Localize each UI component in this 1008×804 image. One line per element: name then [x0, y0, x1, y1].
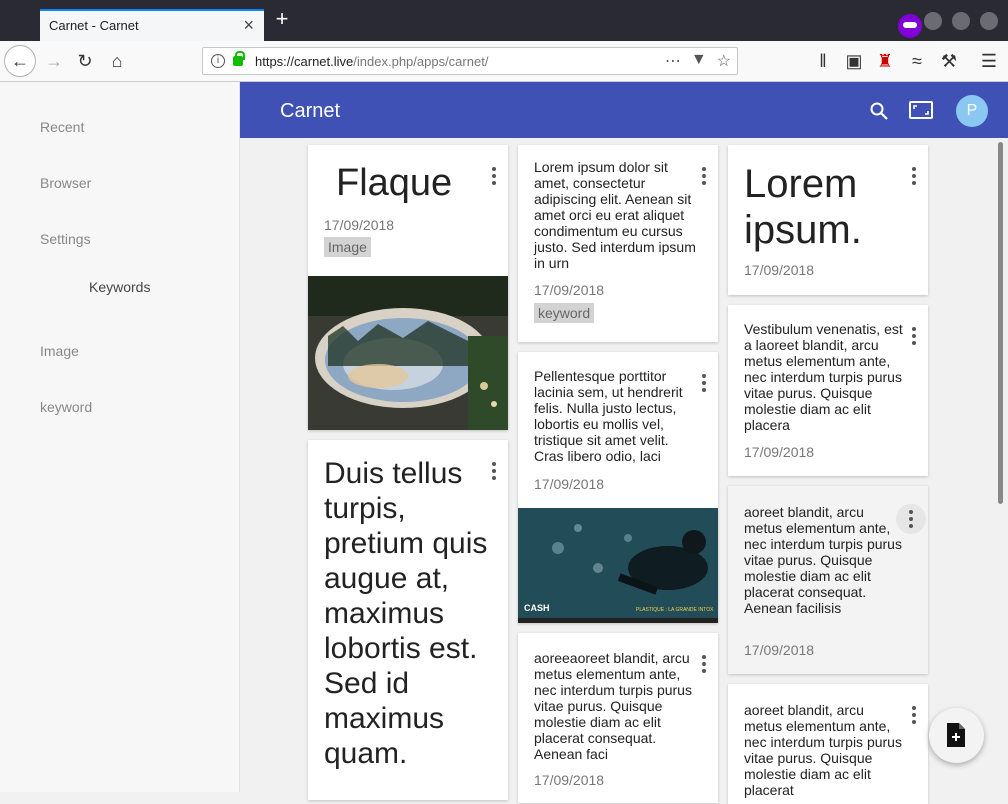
keyword-chip[interactable]: Image [324, 237, 371, 257]
note-card-pellentesque[interactable]: Pellentesque porttitor lacinia sem, ut h… [518, 352, 718, 623]
app-header: Carnet P [240, 82, 1008, 138]
back-button[interactable]: ← [4, 45, 36, 77]
note-date: 17/09/2018 [324, 217, 395, 233]
note-date: 17/09/2018 [744, 444, 815, 460]
note-card-aoreeaoreet[interactable]: aoreeaoreet blandit, arcu metus elementu… [518, 633, 718, 803]
more-options-icon[interactable] [912, 327, 916, 345]
pocket-icon[interactable]: ▼ [691, 51, 707, 71]
tab-title: Carnet - Carnet [49, 18, 139, 33]
private-browsing-icon [898, 14, 922, 38]
scrollbar[interactable] [998, 142, 1003, 504]
note-text: aoreeaoreet blandit, arcu metus elementu… [534, 650, 692, 762]
sidebar-item-image[interactable]: Image [40, 343, 79, 359]
reload-icon[interactable]: ↻ [73, 49, 97, 73]
minimize-icon[interactable] [924, 12, 942, 30]
browser-tab-bar: Carnet - Carnet × + [0, 0, 1008, 41]
rss-icon[interactable]: ≈ [905, 49, 929, 73]
note-card-flaque[interactable]: Flaque 17/09/2018 Image [308, 145, 508, 430]
video-caption: PLASTIQUE : LA GRANDE INTOX [636, 607, 714, 613]
app-title: Carnet [280, 100, 341, 122]
close-tab-icon[interactable]: × [243, 15, 254, 35]
bookmark-star-icon[interactable]: ☆ [717, 51, 731, 71]
note-text: aoreet blandit, arcu metus elementum ant… [744, 702, 902, 798]
video-cash-label: CASH [524, 603, 550, 613]
window-controls [924, 12, 998, 30]
more-options-icon[interactable] [912, 167, 916, 185]
new-note-button[interactable] [929, 708, 984, 763]
sidebar-toggle-icon[interactable]: ▣ [842, 49, 866, 73]
url-text: https://carnet.live/index.php/apps/carne… [255, 54, 488, 69]
page-actions-icon[interactable]: ⋯ [665, 51, 681, 71]
new-tab-icon[interactable]: + [271, 8, 293, 30]
more-options-icon[interactable] [912, 706, 916, 724]
sidebar-item-settings[interactable]: Settings [40, 231, 91, 247]
maximize-icon[interactable] [952, 12, 970, 30]
note-date: 17/09/2018 [534, 282, 605, 298]
sidebar-item-keyword[interactable]: keyword [40, 399, 92, 415]
note-date: 17/09/2018 [744, 262, 815, 278]
note-text: aoreet blandit, arcu metus elementum ant… [744, 504, 902, 616]
close-window-icon[interactable] [980, 12, 998, 30]
url-path: /index.php/apps/carnet/ [353, 54, 489, 69]
more-options-icon[interactable] [702, 655, 706, 673]
note-date: 17/09/2018 [534, 772, 605, 788]
note-video-thumbnail[interactable]: CASH PLASTIQUE : LA GRANDE INTOX [518, 508, 718, 623]
note-text: Duis tellus turpis, pretium quis augue a… [324, 457, 488, 770]
url-actions: ⋯ ▼ ☆ [665, 51, 731, 71]
note-text: Pellentesque porttitor lacinia sem, ut h… [534, 368, 683, 464]
home-icon[interactable]: ⌂ [105, 49, 129, 73]
ublock-icon[interactable]: ♜ [873, 49, 897, 73]
url-host: https://carnet.live [255, 54, 354, 69]
sidebar-heading-keywords: Keywords [89, 279, 151, 295]
new-note-icon [947, 723, 965, 747]
more-options-icon[interactable] [702, 167, 706, 185]
note-title: Flaque [336, 162, 453, 204]
avatar[interactable]: P [956, 95, 988, 127]
note-title: Lorem ipsum. [744, 162, 862, 252]
more-options-icon[interactable] [896, 504, 926, 534]
sidebar-item-browser[interactable]: Browser [40, 175, 91, 191]
browser-tab[interactable]: Carnet - Carnet × [40, 9, 264, 41]
url-bar[interactable]: i https://carnet.live/index.php/apps/car… [202, 47, 738, 75]
note-text: Vestibulum venenatis, est a laoreet blan… [744, 321, 903, 433]
sidebar-item-recent[interactable]: Recent [40, 119, 84, 135]
note-date: 17/09/2018 [534, 476, 605, 492]
note-card-duis[interactable]: Duis tellus turpis, pretium quis augue a… [308, 440, 508, 800]
note-card-aoreet[interactable]: aoreet blandit, arcu metus elementum ant… [728, 684, 928, 804]
tools-icon[interactable]: ⚒ [937, 49, 961, 73]
more-options-icon[interactable] [492, 167, 496, 185]
note-card-aoreet-hover[interactable]: aoreet blandit, arcu metus elementum ant… [728, 486, 928, 674]
note-text: Lorem ipsum dolor sit amet, consectetur … [534, 159, 696, 271]
note-card-lorem-ipsum-title[interactable]: Lorem ipsum. 17/09/2018 [728, 145, 928, 295]
sidebar: Recent Browser Settings Keywords Image k… [0, 82, 240, 792]
note-card-lorem[interactable]: Lorem ipsum dolor sit amet, consectetur … [518, 145, 718, 342]
note-image-puddle [308, 276, 508, 430]
more-options-icon[interactable] [492, 462, 496, 480]
note-card-vestibulum[interactable]: Vestibulum venenatis, est a laoreet blan… [728, 305, 928, 476]
fullscreen-icon[interactable] [909, 100, 933, 120]
site-info-icon[interactable]: i [211, 54, 225, 68]
note-date: 17/09/2018 [744, 642, 815, 658]
lock-icon [233, 51, 245, 66]
menu-icon[interactable]: ☰ [977, 49, 1001, 73]
more-options-icon[interactable] [702, 374, 706, 392]
browser-nav-bar: ← → ↻ ⌂ i https://carnet.live/index.php/… [0, 41, 1008, 82]
keyword-chip[interactable]: keyword [534, 303, 595, 323]
search-icon[interactable] [870, 102, 888, 120]
library-icon[interactable]: ‖ [811, 49, 835, 73]
forward-icon[interactable]: → [42, 49, 66, 73]
